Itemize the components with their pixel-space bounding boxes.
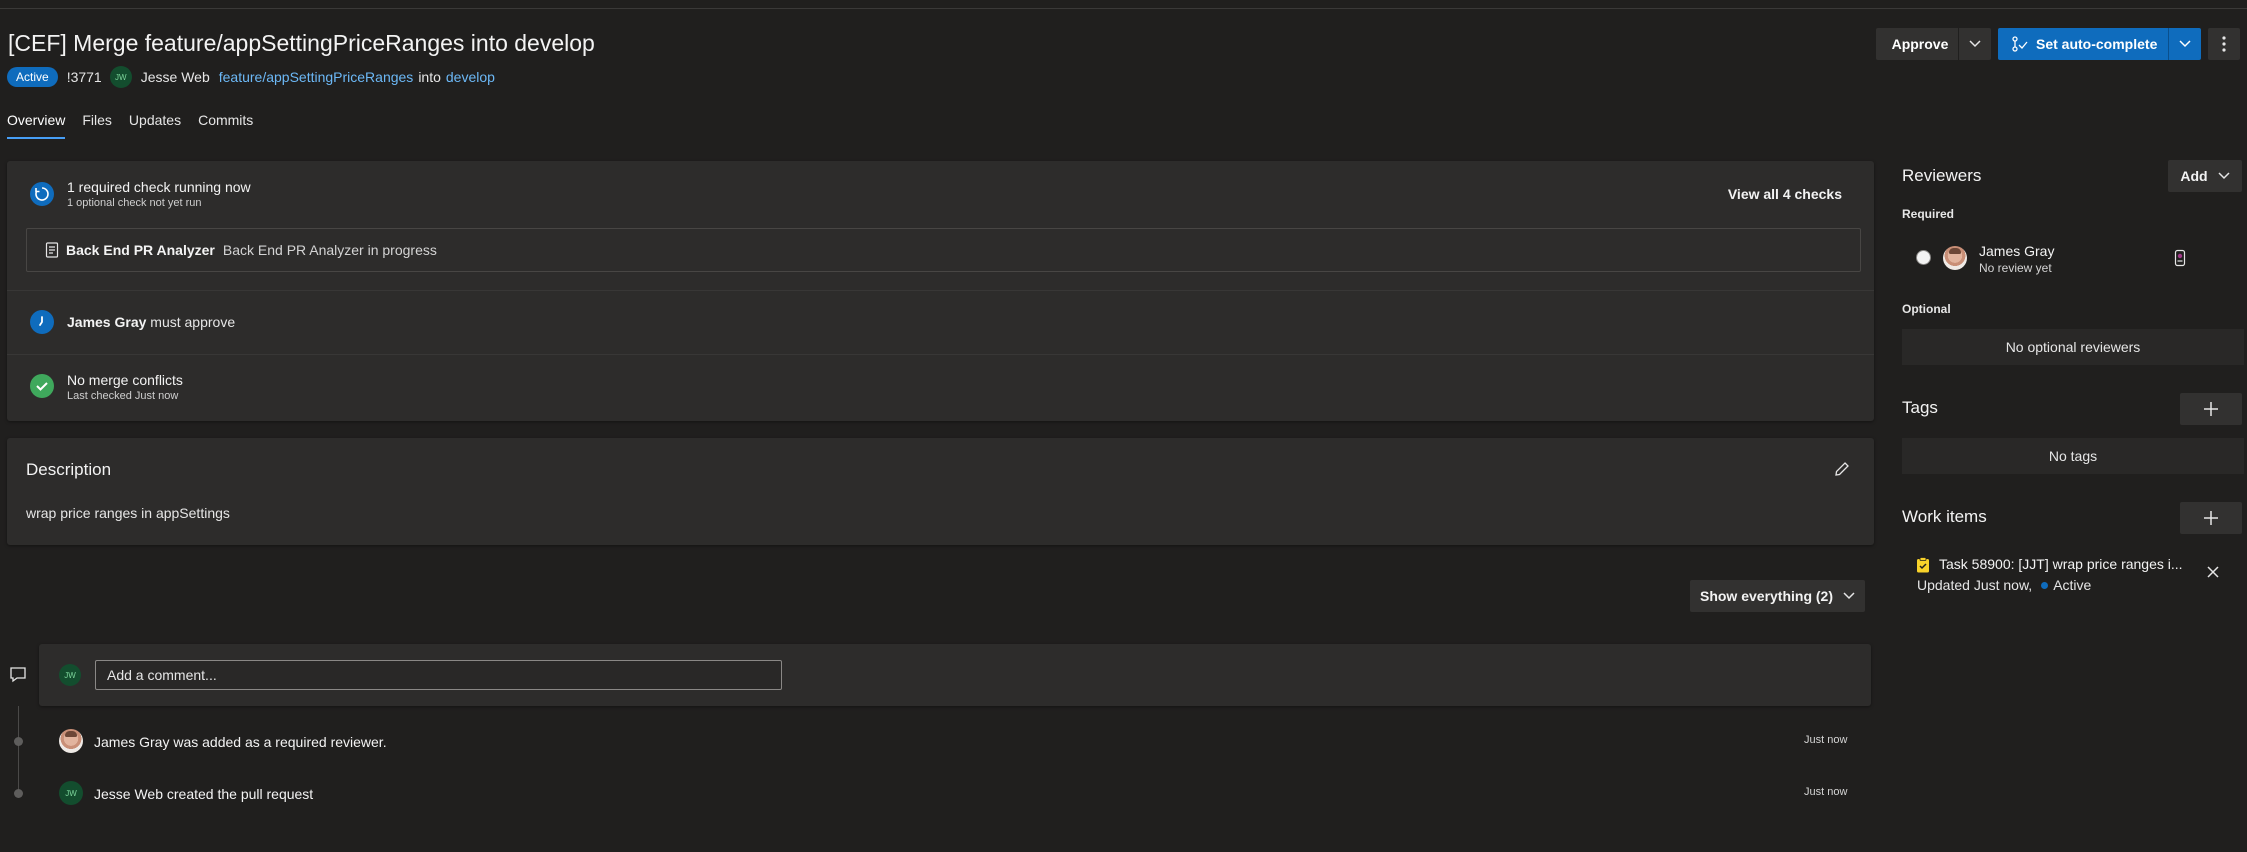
timeline-line [18, 706, 19, 794]
check-name: Back End PR Analyzer [66, 242, 215, 258]
description-card: Description wrap price ranges in appSett… [7, 438, 1874, 545]
checks-subtitle: 1 optional check not yet run [67, 197, 202, 209]
auto-complete-label: Set auto-complete [2036, 36, 2158, 52]
reviewer-avatar [59, 729, 83, 753]
top-divider [0, 0, 2247, 9]
tab-commits[interactable]: Commits [198, 112, 253, 139]
filter-label: Show everything (2) [1699, 588, 1834, 604]
work-items-heading: Work items [1902, 507, 1987, 526]
comment-icon [10, 667, 26, 683]
add-label: Add [2180, 168, 2208, 184]
divider [7, 354, 1874, 355]
checks-title: 1 required check running now [67, 179, 251, 195]
chevron-down-icon [2179, 40, 2191, 48]
comment-input[interactable] [95, 660, 782, 690]
timeline-dot [14, 737, 23, 746]
reviewer-avatar [1943, 246, 1967, 270]
required-label: Required [1902, 207, 1955, 221]
state-dot-icon [2041, 581, 2049, 589]
status-badge: Active [7, 67, 58, 87]
author-avatar: JW [109, 66, 132, 88]
no-optional-reviewers: No optional reviewers [1902, 329, 2244, 365]
merge-status-subtitle: Last checked Just now [67, 390, 179, 402]
set-auto-complete-button[interactable]: Set auto-complete [1998, 28, 2168, 60]
source-branch-link[interactable]: feature/appSettingPriceRanges [219, 69, 414, 85]
optional-label: Optional [1902, 302, 1951, 316]
comment-box: JW [39, 644, 1871, 706]
reviewer-name[interactable]: James Gray [1979, 243, 2054, 259]
add-reviewer-button[interactable]: Add [2168, 160, 2242, 192]
into-text: into [418, 69, 441, 85]
timeline-event-time: Just now [1804, 786, 1848, 798]
no-tags: No tags [1902, 438, 2244, 474]
work-item-meta: Updated Just now, Active [1917, 577, 2091, 593]
add-tag-button[interactable] [2180, 393, 2242, 425]
auto-complete-options-button[interactable] [2168, 28, 2201, 60]
chevron-down-icon [1969, 40, 1981, 48]
auto-complete-icon [2012, 36, 2028, 52]
merge-status-title: No merge conflicts [67, 372, 183, 388]
author-avatar: JW [59, 781, 83, 805]
close-icon[interactable] [2206, 565, 2220, 579]
tab-files[interactable]: Files [82, 112, 112, 139]
clock-icon [30, 310, 54, 334]
description-body: wrap price ranges in appSettings [26, 505, 230, 521]
work-item-updated: Updated Just now, [1917, 577, 2033, 593]
running-icon [30, 182, 54, 206]
timeline-event-text: James Gray was added as a required revie… [94, 734, 387, 750]
author-name[interactable]: Jesse Web [141, 69, 210, 85]
tab-updates[interactable]: Updates [129, 112, 181, 139]
pr-tabs: Overview Files Updates Commits [7, 112, 270, 139]
reviewer-select-radio[interactable] [1916, 250, 1931, 265]
description-heading: Description [26, 460, 112, 479]
required-reviewer-icon [2174, 249, 2186, 267]
show-everything-dropdown[interactable]: Show everything (2) [1690, 580, 1865, 612]
timeline-event-text: Jesse Web created the pull request [94, 786, 314, 802]
approve-label: Approve [1891, 36, 1949, 52]
edit-pencil-icon[interactable] [1834, 461, 1850, 477]
document-list-icon [45, 242, 59, 258]
required-approver: James Gray [67, 314, 147, 330]
work-item-state: Active [2053, 577, 2092, 593]
tags-heading: Tags [1902, 398, 1938, 417]
more-vertical-icon [2222, 36, 2226, 52]
approval-suffix: must approve [146, 314, 236, 330]
timeline-event-time: Just now [1804, 734, 1848, 746]
plus-icon [2204, 511, 2218, 525]
pr-id: !3771 [66, 69, 102, 85]
approve-button[interactable]: Approve [1876, 28, 1964, 60]
divider [7, 290, 1874, 291]
add-work-item-button[interactable] [2180, 502, 2242, 534]
reviewer-status: No review yet [1979, 261, 2052, 275]
work-item-link[interactable]: Task 58900: [JJT] wrap price ranges i... [1939, 556, 2183, 572]
reviewers-heading: Reviewers [1902, 166, 1982, 185]
plus-icon [2204, 402, 2218, 416]
status-card: 1 required check running now 1 optional … [7, 161, 1874, 421]
chevron-down-icon [2218, 172, 2230, 180]
tab-overview[interactable]: Overview [7, 112, 66, 139]
timeline-dot [14, 789, 23, 798]
page-title: [CEF] Merge feature/appSettingPriceRange… [8, 30, 595, 56]
check-row[interactable]: Back End PR Analyzer Back End PR Analyze… [26, 228, 1861, 272]
target-branch-link[interactable]: develop [446, 69, 495, 85]
pr-meta: Active !3771 JW Jesse Web feature/appSet… [7, 66, 495, 88]
approval-policy: James Gray must approve [67, 314, 235, 330]
check-status: Back End PR Analyzer in progress [222, 242, 437, 258]
task-clipboard-icon [1917, 557, 1929, 573]
more-actions-button[interactable] [2208, 28, 2240, 60]
view-all-checks-button[interactable]: View all 4 checks [1728, 186, 1842, 202]
current-user-avatar: JW [59, 664, 81, 686]
chevron-down-icon [1843, 592, 1855, 600]
check-circle-icon [30, 374, 54, 398]
approve-options-button[interactable] [1958, 28, 1991, 60]
